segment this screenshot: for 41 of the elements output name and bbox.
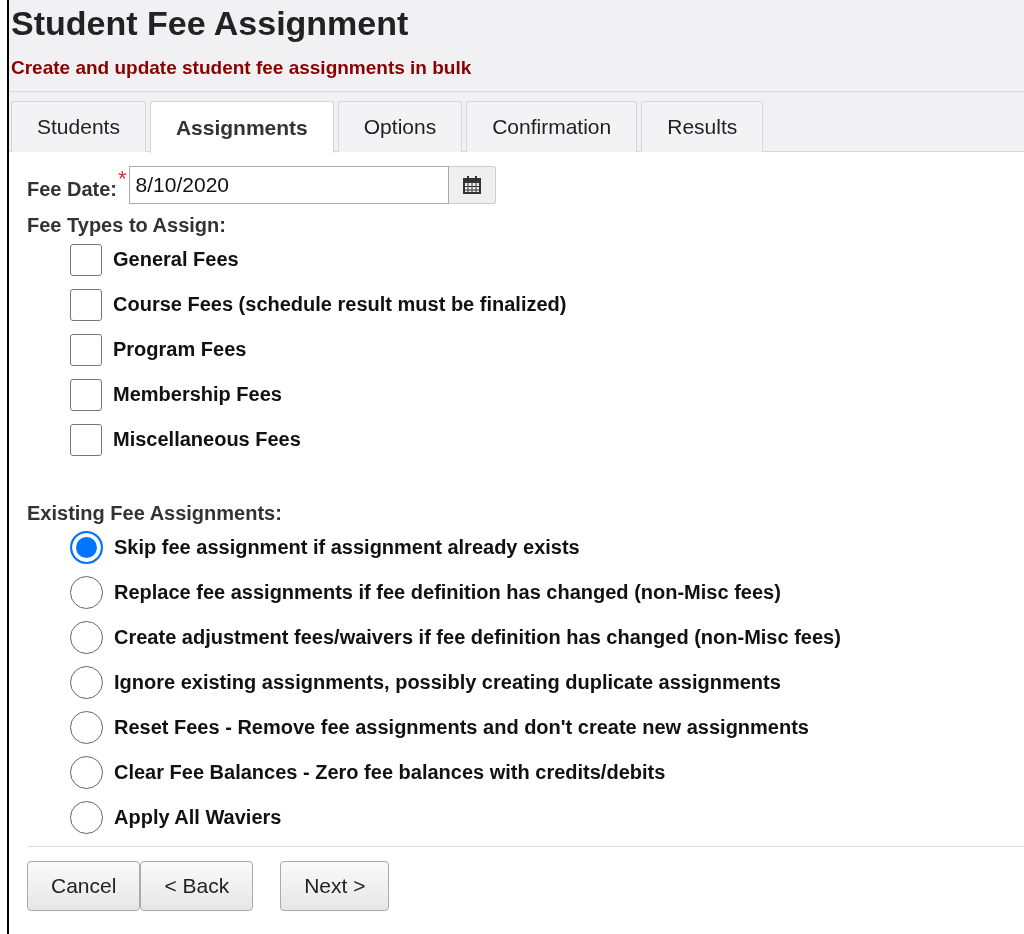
radio-label: Skip fee assignment if assignment already exists: [114, 536, 580, 559]
radio-label: Reset Fees - Remove fee assignments and don't create new assignments: [114, 716, 809, 739]
tab[interactable]: Confirmation: [466, 101, 638, 152]
fee-date-field[interactable]: 8/10/2020: [128, 166, 449, 204]
checkbox[interactable]: [70, 378, 102, 411]
radio-label: Ignore existing assignments, possibly creating duplicate assignments: [114, 671, 781, 694]
radio-button[interactable]: [70, 756, 103, 789]
calendar-icon: [461, 175, 482, 195]
checkbox[interactable]: [70, 243, 102, 276]
radio-button[interactable]: [70, 801, 103, 834]
radio-label: Replace fee assignments if fee definition has changed (non-Misc fees): [114, 581, 781, 604]
checkbox-label: Membership Fees: [113, 383, 282, 406]
checkbox-label: Program Fees: [113, 338, 247, 361]
checkbox-label: General Fees: [113, 248, 239, 271]
action-button[interactable]: Next >: [280, 861, 390, 911]
page-subtitle: Create and update student fee assignments in bulk: [11, 57, 473, 79]
checkbox[interactable]: [70, 288, 102, 321]
checkbox-label: Course Fees (schedule result must be finalized): [113, 293, 567, 316]
tab[interactable]: Options: [337, 101, 463, 152]
tab[interactable]: Results: [641, 101, 764, 152]
action-button[interactable]: Cancel: [27, 861, 141, 911]
radio-button[interactable]: [70, 531, 103, 564]
radio-label: Clear Fee Balances - Zero fee balances with credits/debits: [114, 761, 666, 784]
fee-types-label: Fee Types to Assign:: [27, 214, 227, 237]
required-mark: *: [118, 166, 127, 192]
tab[interactable]: Students: [11, 101, 146, 152]
tab[interactable]: Assignments: [149, 101, 334, 153]
radio-label: Create adjustment fees/waivers if fee definition has changed (non-Misc fees): [114, 626, 841, 649]
checkbox[interactable]: [70, 333, 102, 366]
checkbox[interactable]: [70, 423, 102, 456]
radio-button[interactable]: [70, 711, 103, 744]
calendar-button[interactable]: [448, 166, 496, 204]
fee-date-label: Fee Date:: [27, 177, 118, 201]
radio-button[interactable]: [70, 621, 103, 654]
radio-label: Apply All Waviers: [114, 806, 282, 829]
action-button[interactable]: < Back: [140, 861, 254, 911]
radio-button[interactable]: [70, 666, 103, 699]
page-title: Student Fee Assignment: [11, 4, 410, 43]
existing-assignments-label: Existing Fee Assignments:: [27, 502, 283, 525]
radio-button[interactable]: [70, 576, 103, 609]
checkbox-label: Miscellaneous Fees: [113, 428, 301, 451]
